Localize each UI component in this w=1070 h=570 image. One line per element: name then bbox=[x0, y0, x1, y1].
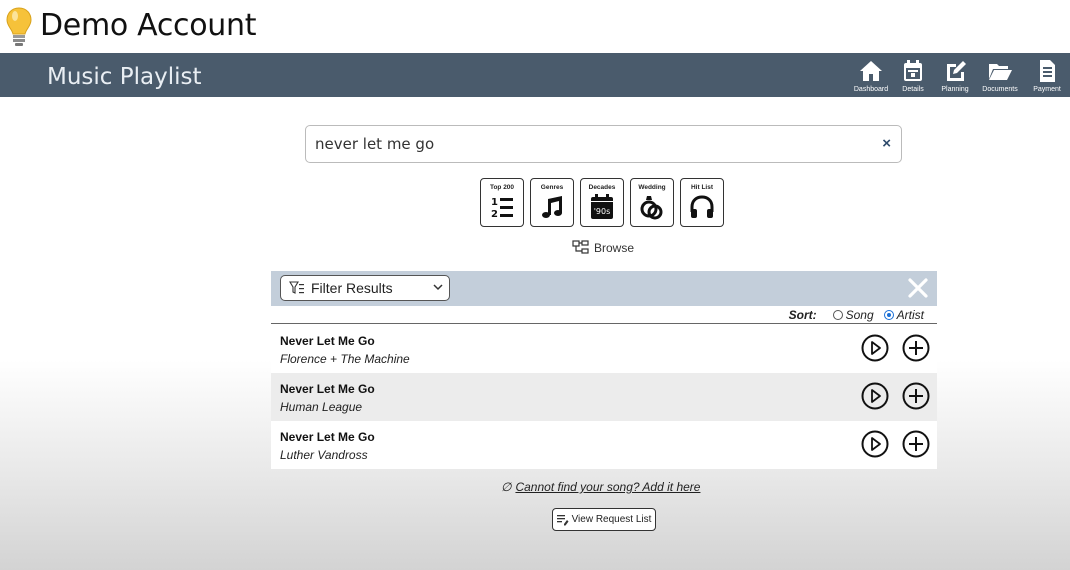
nav-label: Documents bbox=[982, 86, 1018, 93]
sort-label: Sort: bbox=[788, 308, 817, 322]
song-title: Never Let Me Go bbox=[280, 382, 375, 396]
play-button[interactable] bbox=[861, 382, 889, 410]
nav-documents[interactable]: Documents bbox=[976, 57, 1024, 97]
sort-option-artist[interactable]: Artist bbox=[883, 308, 924, 322]
cant-find-row: ∅ Cannot find your song? Add it here bbox=[501, 480, 700, 494]
view-request-list-button[interactable]: View Request List bbox=[552, 508, 656, 531]
edit-icon bbox=[947, 61, 966, 81]
request-list-icon bbox=[556, 514, 569, 525]
sort-song-radio[interactable] bbox=[832, 310, 843, 320]
add-button[interactable] bbox=[902, 382, 930, 410]
header-bar: Music Playlist Dashboard Details Plannin… bbox=[0, 53, 1070, 97]
nav-planning[interactable]: Planning bbox=[934, 57, 976, 97]
category-genres[interactable]: Genres bbox=[530, 178, 574, 227]
filter-bar: Filter Results bbox=[271, 271, 937, 306]
search-clear-button[interactable]: × bbox=[882, 135, 891, 152]
empty-set-icon: ∅ bbox=[501, 480, 512, 494]
song-title: Never Let Me Go bbox=[280, 334, 375, 348]
view-request-list-label: View Request List bbox=[571, 514, 652, 525]
category-label: Genres bbox=[540, 184, 564, 191]
close-icon[interactable] bbox=[907, 275, 929, 301]
song-artist: Luther Vandross bbox=[280, 448, 368, 462]
svg-text:1: 1 bbox=[491, 197, 498, 208]
category-label: Hit List bbox=[690, 184, 714, 191]
headphones-icon bbox=[690, 195, 714, 218]
sort-option-label: Song bbox=[845, 308, 874, 322]
song-artist: Florence + The Machine bbox=[280, 352, 410, 366]
nav-label: Planning bbox=[941, 86, 969, 93]
svg-text:2: 2 bbox=[491, 209, 498, 220]
filter-results-select[interactable]: Filter Results bbox=[280, 275, 450, 301]
category-label: Top 200 bbox=[489, 184, 515, 191]
browse-label: Browse bbox=[594, 240, 635, 255]
sort-artist-radio[interactable] bbox=[883, 310, 894, 320]
category-hit-list[interactable]: Hit List bbox=[680, 178, 724, 227]
decades-badge: '90s bbox=[594, 207, 611, 216]
category-decades[interactable]: Decades '90s bbox=[580, 178, 624, 227]
sitemap-icon bbox=[572, 240, 589, 254]
add-button[interactable] bbox=[902, 334, 930, 362]
account-title: Demo Account bbox=[40, 8, 257, 43]
song-artist: Human League bbox=[280, 400, 363, 414]
list-item: Never Let Me Go Luther Vandross bbox=[271, 421, 937, 469]
filter-results-label: Filter Results bbox=[311, 280, 393, 296]
category-label: Wedding bbox=[638, 184, 666, 191]
calendar-90s-icon: '90s bbox=[591, 194, 613, 219]
list-item: Never Let Me Go Human League bbox=[271, 373, 937, 421]
category-label: Decades bbox=[588, 184, 616, 191]
add-button[interactable] bbox=[902, 430, 930, 458]
nav-label: Dashboard bbox=[853, 86, 889, 93]
search-input[interactable] bbox=[315, 126, 855, 162]
play-button[interactable] bbox=[861, 430, 889, 458]
chevron-down-icon bbox=[433, 284, 443, 291]
category-buttons: Top 200 1 2 Genres Decades '90s Wedding bbox=[480, 178, 724, 227]
add-song-link[interactable]: Cannot find your song? Add it here bbox=[515, 480, 700, 494]
sort-row: Sort: Song Artist bbox=[271, 306, 937, 324]
browse-link[interactable]: Browse bbox=[572, 240, 634, 255]
rings-icon bbox=[640, 196, 663, 220]
search-box: × bbox=[305, 125, 902, 163]
play-button[interactable] bbox=[861, 334, 889, 362]
results-list: Never Let Me Go Florence + The Machine N… bbox=[271, 325, 937, 469]
invoice-icon bbox=[1040, 60, 1055, 82]
page-title: Music Playlist bbox=[47, 64, 202, 90]
nav-details[interactable]: Details bbox=[892, 57, 934, 97]
song-title: Never Let Me Go bbox=[280, 430, 375, 444]
top-nav: Dashboard Details Planning Documents Pay… bbox=[850, 57, 1070, 97]
category-wedding[interactable]: Wedding bbox=[630, 178, 674, 227]
filter-icon bbox=[289, 281, 304, 294]
music-note-icon bbox=[542, 196, 562, 218]
lightbulb-logo-icon bbox=[6, 7, 32, 46]
nav-dashboard[interactable]: Dashboard bbox=[850, 57, 892, 97]
sort-option-song[interactable]: Song bbox=[832, 308, 874, 322]
brand-bar: Demo Account bbox=[0, 0, 1070, 53]
category-top-200[interactable]: Top 200 1 2 bbox=[480, 178, 524, 227]
folder-open-icon bbox=[989, 64, 1012, 80]
nav-payment[interactable]: Payment bbox=[1024, 57, 1070, 97]
nav-label: Payment bbox=[1033, 86, 1061, 93]
nav-label: Details bbox=[902, 86, 924, 93]
calendar-icon bbox=[904, 60, 922, 81]
list-item: Never Let Me Go Florence + The Machine bbox=[271, 325, 937, 373]
sort-option-label: Artist bbox=[896, 308, 924, 322]
numbered-list-icon: 1 2 bbox=[491, 197, 513, 220]
home-icon bbox=[860, 61, 882, 81]
